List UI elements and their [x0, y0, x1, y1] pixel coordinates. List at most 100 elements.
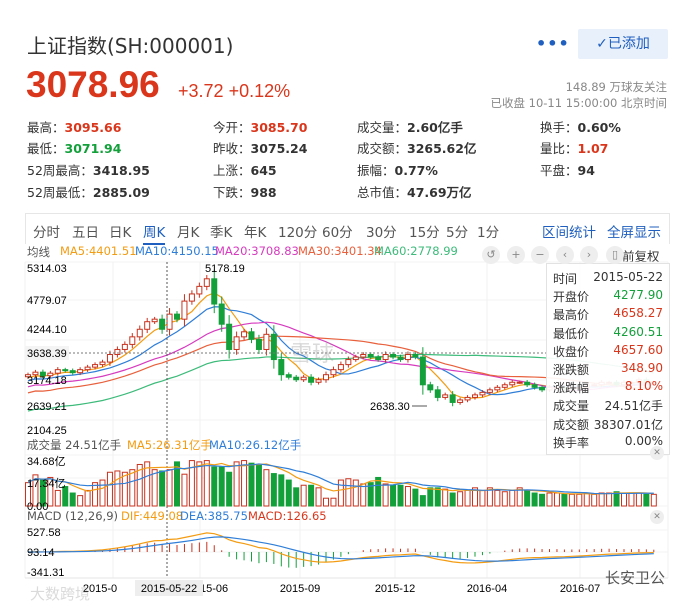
- volume-bar: [211, 466, 218, 507]
- zoom-in-icon[interactable]: +: [507, 246, 525, 264]
- stat-item: 最低：3071.94: [27, 138, 121, 157]
- ma-value: MA20:3708.83: [215, 244, 299, 258]
- watermark-bottom-left: 大数跨境: [30, 585, 91, 603]
- tooltip-label: 成交额: [553, 417, 590, 432]
- volume-bar: [99, 479, 106, 507]
- candle: [69, 370, 76, 374]
- volume-bar: [583, 492, 590, 507]
- volume-bar: [337, 479, 344, 507]
- candle: [434, 389, 441, 398]
- tooltip-value: 4658.27: [613, 306, 663, 321]
- volume-bar: [315, 487, 322, 507]
- stat-item: 振幅：0.77%: [357, 160, 438, 179]
- tooltip-row: 换手率 0.00%: [553, 434, 663, 451]
- volume-bar: [568, 493, 575, 507]
- candle: [278, 359, 285, 376]
- macd-dif: DIF:449.08: [121, 509, 184, 523]
- close-volume-panel-icon[interactable]: ✕: [650, 446, 664, 460]
- stat-value: 3095.66: [64, 120, 122, 135]
- low-label: 2638.30: [370, 401, 410, 413]
- stat-value: 3075.24: [250, 141, 308, 156]
- volume-bar: [442, 488, 449, 507]
- volume-bar: [300, 484, 307, 507]
- stat-value: 2.60亿手: [407, 120, 463, 135]
- undo-icon[interactable]: ↺: [482, 246, 500, 264]
- macd-value: MACD:126.65: [248, 509, 327, 523]
- tooltip-value: 4260.51: [613, 324, 663, 339]
- candle: [181, 300, 188, 320]
- volume-bar: [54, 489, 61, 507]
- high-label: 5178.19: [205, 263, 245, 275]
- tooltip-value: 2015-05-22: [593, 270, 663, 284]
- stat-label: 振幅：: [357, 163, 395, 178]
- price-tick: 2104.25: [27, 425, 67, 437]
- candle: [352, 356, 359, 361]
- tooltip-row: 收盘价 4657.60: [553, 343, 663, 360]
- candle: [457, 399, 464, 403]
- candle: [293, 376, 300, 381]
- ma-value: MA10:4150.15: [135, 244, 219, 258]
- candle: [99, 361, 106, 366]
- zoom-out-icon[interactable]: −: [531, 246, 549, 264]
- candle: [263, 333, 270, 350]
- pan-left-icon[interactable]: ‹: [556, 246, 574, 264]
- candle: [159, 318, 166, 330]
- volume-bar: [382, 483, 389, 507]
- candle: [166, 313, 173, 330]
- stat-item: 最高：3095.66: [27, 117, 121, 136]
- volume-bar: [524, 489, 531, 507]
- candle: [360, 354, 367, 358]
- stat-label: 最低：: [27, 141, 65, 156]
- volume-bar: [531, 492, 538, 507]
- stat-item: 总市值：47.69万亿: [357, 182, 472, 201]
- candle-style-icon[interactable]: ▯: [606, 246, 624, 264]
- candle: [106, 354, 113, 363]
- candle: [77, 369, 84, 374]
- candle: [390, 354, 397, 358]
- stat-value: 0.77%: [394, 163, 438, 178]
- volume-bar: [129, 469, 136, 507]
- tooltip-value: 24.51亿手: [604, 399, 663, 414]
- volume-bar: [323, 497, 329, 507]
- volume-bar: [434, 487, 441, 507]
- stat-item: 52周最低：2885.09: [27, 182, 150, 201]
- volume-bar: [419, 495, 426, 507]
- candle: [494, 386, 501, 391]
- volume-bar: [598, 492, 605, 507]
- candle: [524, 381, 531, 386]
- volume-bar: [293, 487, 300, 507]
- tooltip-value: 38307.01亿: [593, 417, 663, 432]
- volume-bar: [449, 492, 456, 507]
- candle: [330, 369, 337, 376]
- stat-label: 平盘：: [540, 163, 578, 178]
- candle: [323, 374, 329, 381]
- volume-bar: [606, 492, 613, 507]
- macd-tick: -341.31: [27, 567, 64, 579]
- volume-tick: 34.68亿: [27, 455, 66, 468]
- price-tick: 4244.10: [27, 324, 67, 336]
- volume-bar: [501, 491, 508, 507]
- candle: [203, 278, 210, 287]
- candle: [479, 391, 486, 396]
- candle: [151, 318, 158, 323]
- dea-line: [27, 536, 654, 562]
- tooltip-label: 涨跌幅: [553, 381, 590, 396]
- tooltip-value: 8.10%: [624, 379, 663, 394]
- volume-bar: [270, 473, 277, 507]
- pan-right-icon[interactable]: ›: [580, 246, 598, 264]
- tooltip-label: 最低价: [553, 326, 590, 341]
- volume-bar: [457, 491, 464, 507]
- volume-bar: [233, 461, 240, 507]
- candle: [241, 331, 248, 338]
- candle: [501, 384, 508, 388]
- volume-bar: [114, 470, 121, 507]
- stat-value: 3418.95: [92, 163, 150, 178]
- candle: [382, 354, 389, 361]
- stat-item: 上涨：645: [213, 160, 277, 179]
- candle: [92, 364, 99, 368]
- close-macd-panel-icon[interactable]: ✕: [650, 510, 664, 524]
- volume-label: 成交量 24.51亿手: [27, 438, 122, 452]
- tooltip-value: 4277.90: [613, 288, 663, 303]
- stat-item: 昨收：3075.24: [213, 138, 307, 157]
- candle: [464, 396, 471, 401]
